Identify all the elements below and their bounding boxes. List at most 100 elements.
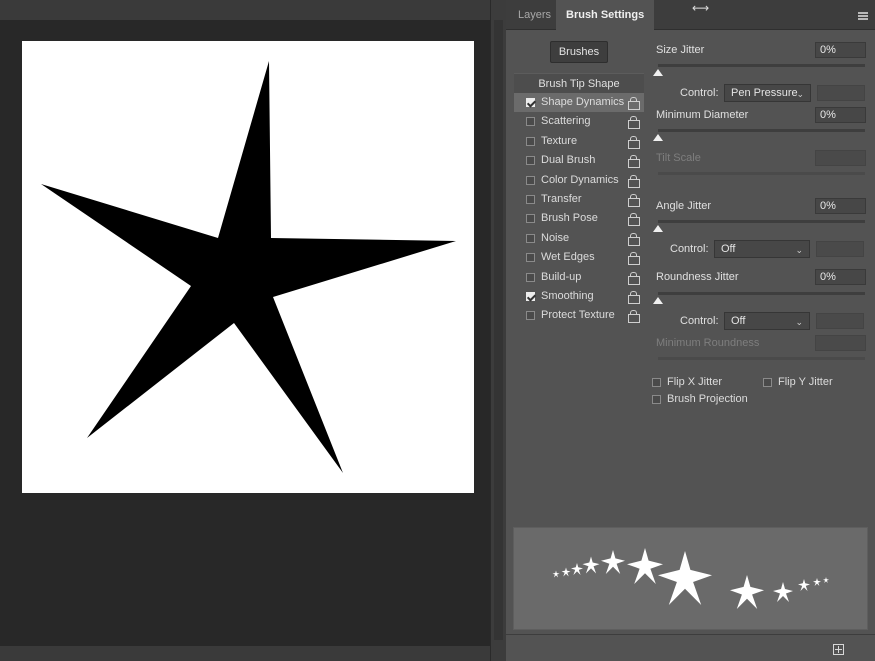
size-jitter-slider-thumb[interactable] bbox=[653, 69, 663, 76]
roundness-jitter-slider-thumb[interactable] bbox=[653, 297, 663, 304]
checkbox[interactable] bbox=[526, 156, 535, 166]
control-select-angle[interactable]: Off ⌄ bbox=[714, 240, 810, 258]
minimum-roundness-input bbox=[815, 335, 866, 351]
option-label: Shape Dynamics bbox=[541, 96, 625, 108]
star-brush-shape bbox=[41, 61, 456, 473]
panel-menu-icon[interactable] bbox=[858, 12, 868, 20]
lock-icon[interactable] bbox=[628, 252, 640, 266]
option-label: Dual Brush bbox=[541, 154, 596, 167]
list-item[interactable]: Protect Texture bbox=[514, 306, 644, 325]
document-workspace bbox=[0, 0, 490, 661]
tab-brush-settings[interactable]: Brush Settings bbox=[556, 0, 655, 31]
list-item[interactable]: Build-up bbox=[514, 268, 644, 287]
option-label: Scattering bbox=[541, 115, 591, 128]
list-item[interactable]: Texture bbox=[514, 132, 644, 151]
option-label: Wet Edges bbox=[541, 251, 595, 264]
tilt-scale-input bbox=[815, 150, 866, 166]
list-item[interactable]: Noise bbox=[514, 229, 644, 248]
checkbox[interactable] bbox=[526, 291, 535, 301]
control-label: Control: bbox=[670, 243, 709, 255]
control-select-size[interactable]: Pen Pressure ⌄ bbox=[724, 84, 811, 102]
checkbox[interactable] bbox=[526, 175, 535, 185]
lock-icon[interactable] bbox=[628, 116, 640, 130]
brush-settings-panel: Layers Brush Settings ⟷ Brushes Brush Ti… bbox=[506, 0, 875, 661]
lock-icon[interactable] bbox=[628, 97, 640, 110]
control-label: Control: bbox=[680, 315, 719, 327]
minimum-diameter-slider-thumb[interactable] bbox=[653, 134, 663, 141]
angle-jitter-slider-thumb[interactable] bbox=[653, 225, 663, 232]
size-jitter-slider[interactable] bbox=[658, 64, 865, 67]
list-item[interactable]: Dual Brush bbox=[514, 151, 644, 170]
checkbox[interactable] bbox=[526, 214, 535, 224]
checkbox[interactable] bbox=[526, 233, 535, 243]
select-value: Off bbox=[731, 315, 746, 327]
checkbox[interactable] bbox=[652, 378, 661, 387]
lock-icon[interactable] bbox=[628, 271, 640, 285]
new-brush-preset-icon[interactable] bbox=[833, 644, 844, 655]
option-label: Noise bbox=[541, 231, 570, 244]
lock-icon[interactable] bbox=[628, 155, 640, 169]
minimum-roundness-label: Minimum Roundness bbox=[656, 337, 760, 349]
checkbox[interactable] bbox=[652, 395, 661, 404]
lock-icon[interactable] bbox=[628, 193, 640, 207]
resize-arrows-icon[interactable]: ⟷ bbox=[692, 1, 709, 15]
angle-jitter-slider[interactable] bbox=[658, 220, 865, 223]
list-item[interactable]: Smoothing bbox=[514, 287, 644, 306]
option-label: Transfer bbox=[541, 192, 582, 205]
checkbox[interactable] bbox=[526, 98, 535, 107]
flip-y-jitter-label: Flip Y Jitter bbox=[778, 376, 833, 388]
lock-icon[interactable] bbox=[628, 232, 640, 246]
lock-icon[interactable] bbox=[628, 290, 640, 304]
minimum-diameter-label: Minimum Diameter bbox=[656, 109, 749, 121]
document-status-bar bbox=[0, 646, 490, 661]
tilt-scale-label: Tilt Scale bbox=[656, 152, 701, 164]
option-label: Smoothing bbox=[541, 289, 594, 302]
checkbox[interactable] bbox=[526, 272, 535, 282]
checkbox[interactable] bbox=[526, 194, 535, 204]
minimum-diameter-input[interactable]: 0% bbox=[815, 107, 866, 123]
lock-icon[interactable] bbox=[628, 310, 640, 324]
brush-stroke-preview bbox=[513, 527, 868, 630]
select-value: Pen Pressure bbox=[731, 87, 798, 99]
checkbox[interactable] bbox=[526, 136, 535, 146]
fade-steps-input bbox=[817, 85, 865, 101]
size-jitter-input[interactable]: 0% bbox=[815, 42, 866, 58]
lock-icon[interactable] bbox=[628, 135, 640, 149]
checkbox[interactable] bbox=[526, 253, 535, 263]
document-canvas[interactable] bbox=[22, 41, 474, 493]
minimum-diameter-slider[interactable] bbox=[658, 129, 865, 132]
lock-icon[interactable] bbox=[628, 174, 640, 188]
select-value: Off bbox=[721, 243, 736, 255]
brush-tip-shape-item[interactable]: Brush Tip Shape bbox=[514, 73, 644, 93]
scrollbar-track[interactable] bbox=[494, 20, 503, 640]
panel-tab-bar: Layers Brush Settings ⟷ bbox=[506, 0, 875, 31]
angle-jitter-input[interactable]: 0% bbox=[815, 198, 866, 214]
panel-footer bbox=[506, 634, 875, 661]
option-label: Protect Texture bbox=[541, 309, 615, 322]
lock-icon[interactable] bbox=[628, 213, 640, 227]
control-select-roundness[interactable]: Off ⌄ bbox=[724, 312, 810, 330]
document-top-bar bbox=[0, 0, 490, 20]
list-item[interactable]: Transfer bbox=[514, 190, 644, 209]
minimum-roundness-slider bbox=[658, 357, 865, 360]
preview-stars bbox=[552, 548, 829, 609]
list-item[interactable]: Scattering bbox=[514, 112, 644, 131]
size-jitter-label: Size Jitter bbox=[656, 44, 705, 56]
chevron-down-icon: ⌄ bbox=[795, 245, 803, 255]
brushes-button[interactable]: Brushes bbox=[550, 41, 608, 63]
vertical-scrollbar[interactable] bbox=[490, 0, 506, 661]
list-item[interactable]: Color Dynamics bbox=[514, 171, 644, 190]
tab-layers[interactable]: Layers bbox=[508, 0, 561, 30]
checkbox[interactable] bbox=[526, 117, 535, 127]
roundness-jitter-input[interactable]: 0% bbox=[815, 269, 866, 285]
list-item[interactable]: Brush Pose bbox=[514, 209, 644, 228]
brush-options-list: Shape Dynamics Scattering Texture Dual B… bbox=[514, 93, 644, 326]
roundness-jitter-label: Roundness Jitter bbox=[656, 271, 739, 283]
checkbox[interactable] bbox=[763, 378, 772, 387]
checkbox[interactable] bbox=[526, 311, 535, 321]
tilt-scale-slider bbox=[658, 172, 865, 175]
flip-x-jitter-label: Flip X Jitter bbox=[667, 376, 723, 388]
list-item[interactable]: Shape Dynamics bbox=[514, 93, 644, 113]
list-item[interactable]: Wet Edges bbox=[514, 248, 644, 267]
roundness-jitter-slider[interactable] bbox=[658, 292, 865, 295]
